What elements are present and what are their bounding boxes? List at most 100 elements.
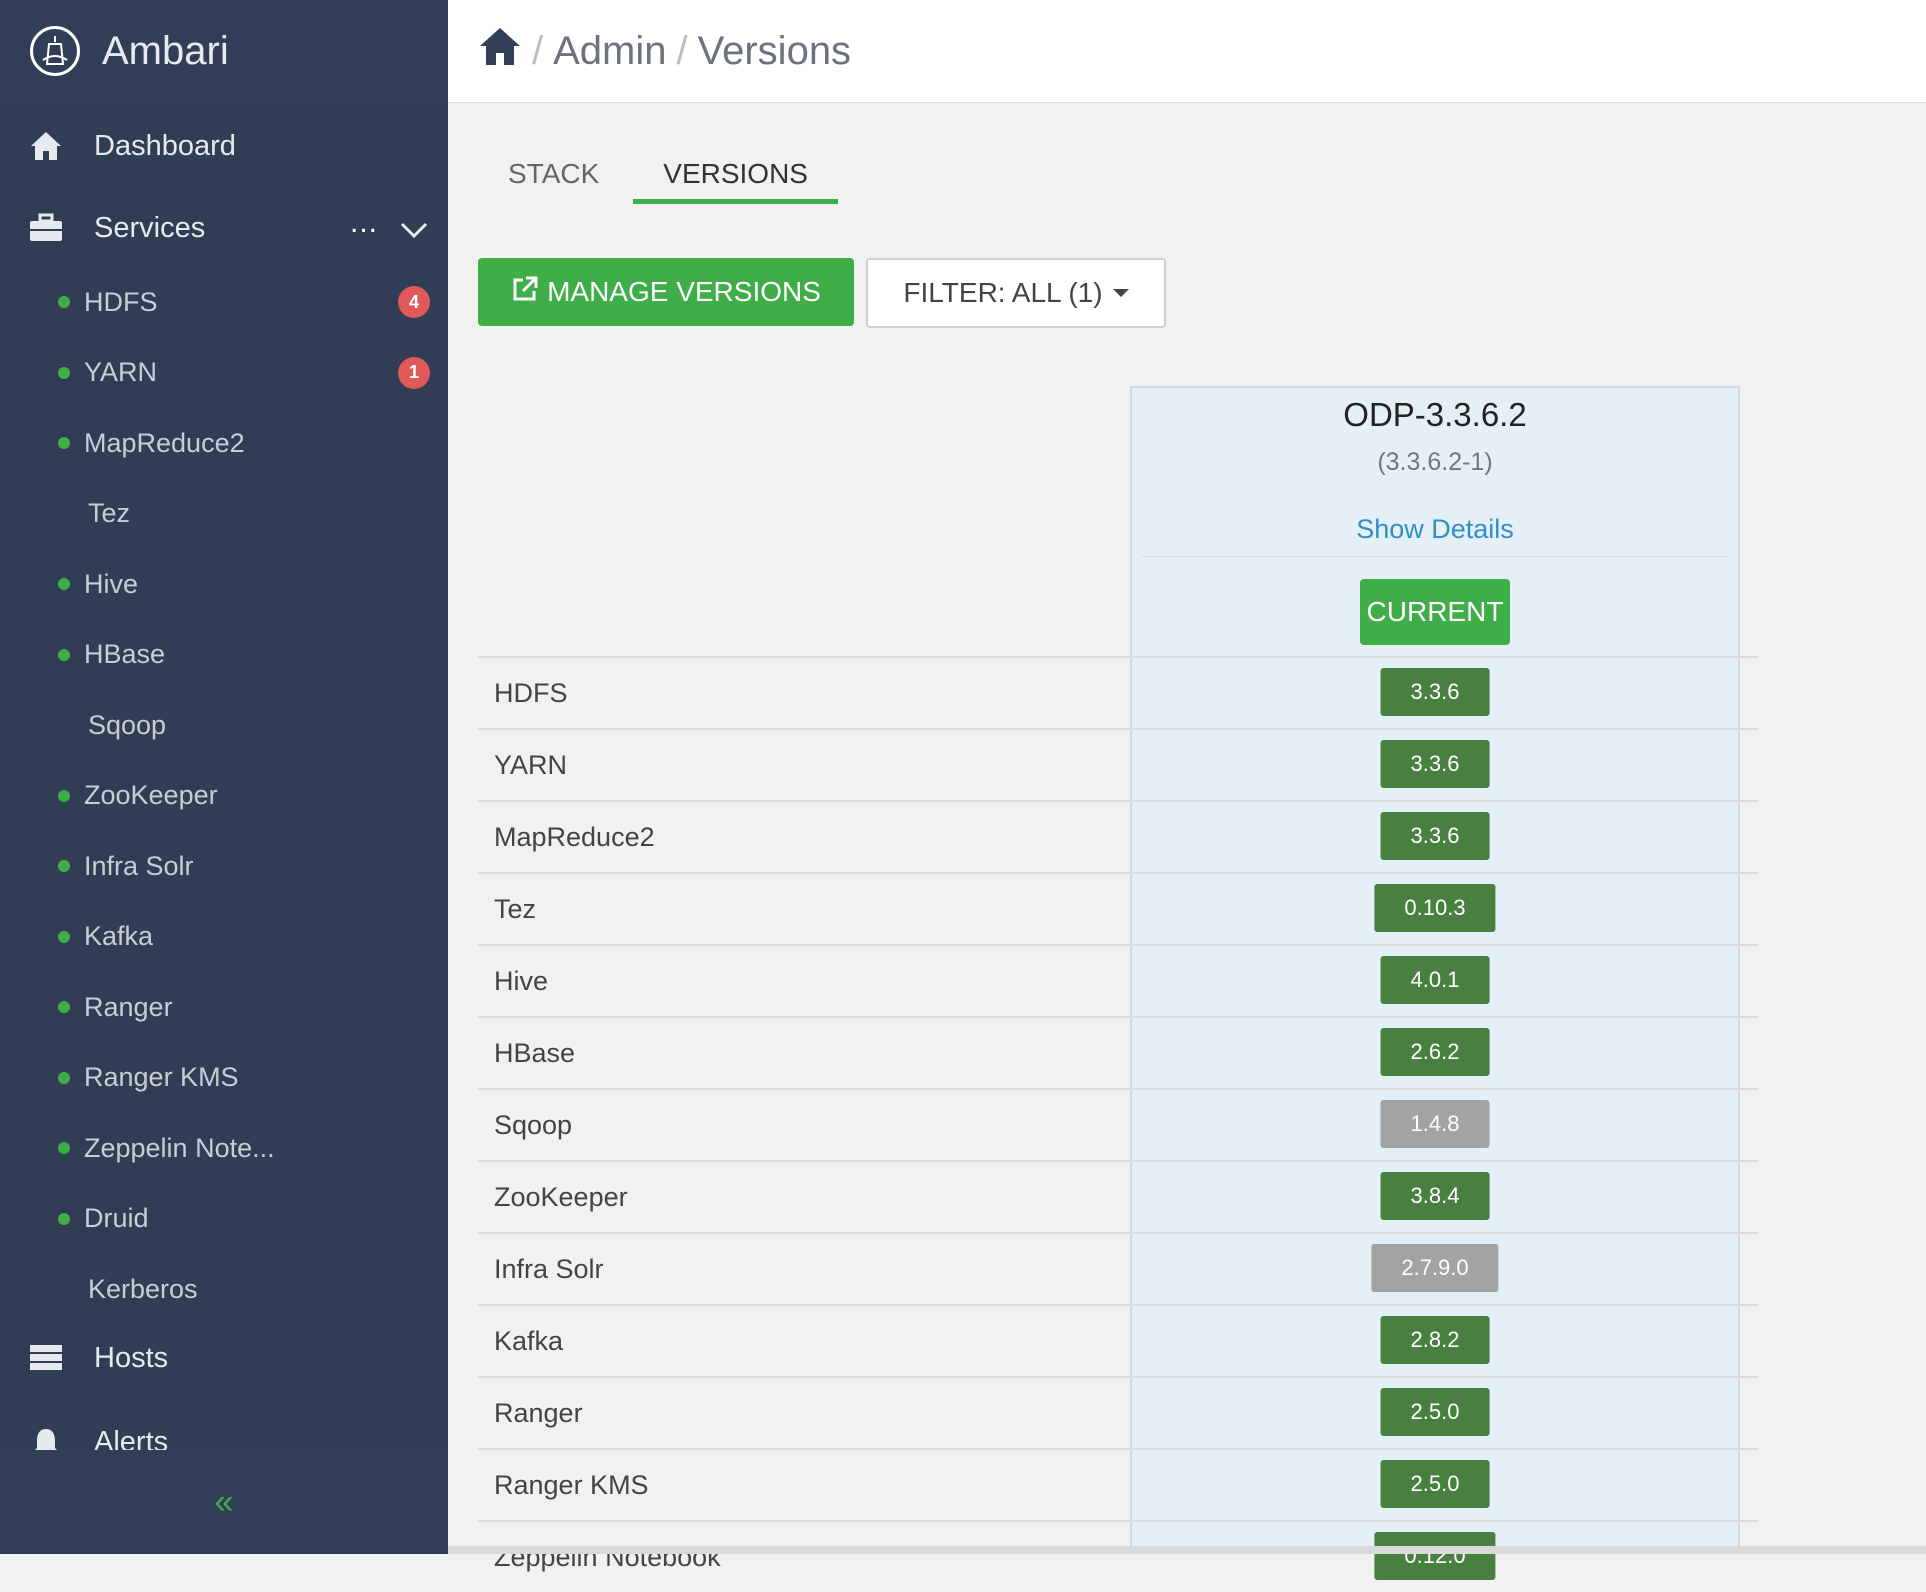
- hosts-icon: [28, 1340, 64, 1376]
- tab-stack[interactable]: STACK: [478, 150, 629, 204]
- table-row: Ranger 2.5.0: [478, 1376, 1758, 1448]
- component-version-badge: 4.0.1: [1380, 956, 1490, 1004]
- breadcrumb-versions: Versions: [697, 28, 852, 73]
- sidebar-item-label: Kerberos: [88, 1273, 198, 1304]
- breadcrumb-separator: /: [532, 28, 544, 73]
- component-name: Sqoop: [494, 1110, 573, 1140]
- sidebar-item-label: ZooKeeper: [84, 780, 218, 810]
- filter-label: FILTER: ALL (1): [903, 277, 1103, 308]
- component-version-badge: 2.8.2: [1380, 1316, 1490, 1364]
- sidebar-item-service[interactable]: Zeppelin Note...: [0, 1118, 448, 1178]
- component-version-badge: 2.5.0: [1380, 1388, 1490, 1436]
- tabs: STACK VERSIONS: [478, 150, 838, 204]
- nav-services[interactable]: Services ...: [0, 192, 448, 264]
- component-version-badge: 1.4.8: [1380, 1100, 1490, 1148]
- status-dot-icon: [58, 860, 70, 872]
- sidebar-item-label: Kafka: [84, 921, 154, 951]
- sidebar-item-service[interactable]: Infra Solr: [0, 836, 448, 896]
- version-build: (3.3.6.2-1): [1377, 448, 1493, 476]
- breadcrumb: / Admin / Versions: [478, 25, 851, 77]
- services-more-icon[interactable]: ...: [350, 206, 378, 240]
- sidebar-item-service[interactable]: Kerberos: [0, 1259, 448, 1319]
- sidebar-item-service[interactable]: Sqoop: [0, 695, 448, 755]
- component-name: Tez: [494, 894, 537, 924]
- show-details-link[interactable]: Show Details: [1130, 514, 1740, 545]
- component-name: MapReduce2: [494, 822, 655, 852]
- alert-count-badge[interactable]: 1: [398, 356, 430, 389]
- table-row: Tez 0.10.3: [478, 872, 1758, 944]
- table-row: Ranger KMS 2.5.0: [478, 1448, 1758, 1520]
- version-name: ODP-3.3.6.2: [1343, 396, 1527, 433]
- sidebar-item-label: Tez: [88, 498, 131, 528]
- component-name: YARN: [494, 750, 568, 780]
- sidebar-item-service[interactable]: Druid: [0, 1189, 448, 1249]
- brand[interactable]: Ambari: [0, 0, 448, 102]
- brand-title: Ambari: [102, 28, 229, 73]
- tab-versions[interactable]: VERSIONS: [633, 150, 838, 204]
- caret-down-icon: [1112, 289, 1129, 297]
- sidebar-item-service[interactable]: Tez: [0, 484, 448, 544]
- sidebar-item-label: Sqoop: [88, 709, 167, 740]
- component-version-badge: 3.3.6: [1380, 812, 1490, 860]
- home-icon[interactable]: [478, 25, 522, 77]
- sidebar-item-label: Zeppelin Note...: [84, 1132, 275, 1163]
- component-version-badge: 0.10.3: [1374, 884, 1496, 932]
- breadcrumb-admin[interactable]: Admin: [553, 29, 666, 74]
- ambari-logo-icon: [30, 26, 80, 76]
- sidebar-item-service[interactable]: Ranger KMS: [0, 1048, 448, 1108]
- sidebar-item-label: Ranger KMS: [84, 1062, 239, 1092]
- table-row: Hive 4.0.1: [478, 944, 1758, 1016]
- status-dot-icon: [58, 789, 70, 802]
- table-row: Infra Solr 2.7.9.0: [478, 1232, 1758, 1304]
- status-dot-icon: [58, 296, 70, 308]
- component-name: Ranger: [494, 1398, 583, 1428]
- sidebar-item-label: HDFS: [84, 286, 158, 317]
- table-row: Sqoop 1.4.8: [478, 1088, 1758, 1160]
- sidebar-item-label: HBase: [84, 639, 166, 669]
- component-version-badge: 2.7.9.0: [1371, 1244, 1499, 1292]
- sidebar-item-label: Druid: [84, 1203, 149, 1233]
- chevron-down-icon[interactable]: [400, 214, 428, 247]
- sidebar-item-label: Infra Solr: [84, 850, 194, 881]
- sidebar-item-service[interactable]: Hive: [0, 554, 448, 614]
- table-row: ZooKeeper 3.8.4: [478, 1160, 1758, 1232]
- sidebar-item-label: MapReduce2: [84, 427, 245, 458]
- manage-versions-button[interactable]: MANAGE VERSIONS: [478, 258, 854, 326]
- component-name: HDFS: [494, 678, 568, 708]
- status-dot-icon: [58, 648, 70, 661]
- nav-dashboard-label: Dashboard: [94, 129, 236, 162]
- sidebar-item-label: YARN: [84, 357, 158, 387]
- sidebar-item-service[interactable]: YARN 1: [0, 343, 448, 403]
- table-row: Kafka 2.8.2: [478, 1304, 1758, 1376]
- nav-hosts-label: Hosts: [94, 1341, 169, 1374]
- current-status-button[interactable]: CURRENT: [1360, 579, 1510, 645]
- status-dot-icon: [58, 1001, 70, 1013]
- sidebar-item-label: Hive: [84, 568, 139, 599]
- sidebar-item-service[interactable]: MapReduce2: [0, 413, 448, 473]
- collapse-sidebar-button[interactable]: «: [0, 1450, 448, 1554]
- component-version-badge: 2.6.2: [1380, 1028, 1490, 1076]
- component-name: Kafka: [494, 1326, 564, 1356]
- component-version-badge: 2.5.0: [1380, 1460, 1490, 1508]
- sidebar-item-label: Ranger: [84, 991, 173, 1022]
- double-chevron-left-icon: «: [214, 1482, 234, 1521]
- divider: [1142, 556, 1728, 557]
- component-name: HBase: [494, 1038, 576, 1068]
- nav-services-label: Services: [94, 211, 206, 244]
- nav-hosts[interactable]: Hosts: [0, 1322, 448, 1394]
- sidebar-item-service[interactable]: HDFS 4: [0, 272, 448, 332]
- sidebar-item-service[interactable]: Kafka: [0, 907, 448, 967]
- sidebar-item-service[interactable]: Ranger: [0, 977, 448, 1037]
- breadcrumb-separator: /: [676, 28, 688, 73]
- sidebar-item-service[interactable]: ZooKeeper: [0, 766, 448, 826]
- component-name: ZooKeeper: [494, 1182, 628, 1212]
- nav-dashboard[interactable]: Dashboard: [0, 110, 448, 182]
- status-dot-icon: [58, 1212, 70, 1225]
- alert-count-badge[interactable]: 4: [398, 286, 430, 318]
- component-version-badge: 0.12.0: [1374, 1532, 1496, 1580]
- component-version-badge: 3.3.6: [1380, 668, 1490, 716]
- sidebar-item-service[interactable]: HBase: [0, 625, 448, 685]
- table-row: MapReduce2 3.3.6: [478, 800, 1758, 872]
- filter-dropdown[interactable]: FILTER: ALL (1): [866, 258, 1166, 328]
- table-row: HDFS 3.3.6: [478, 656, 1758, 728]
